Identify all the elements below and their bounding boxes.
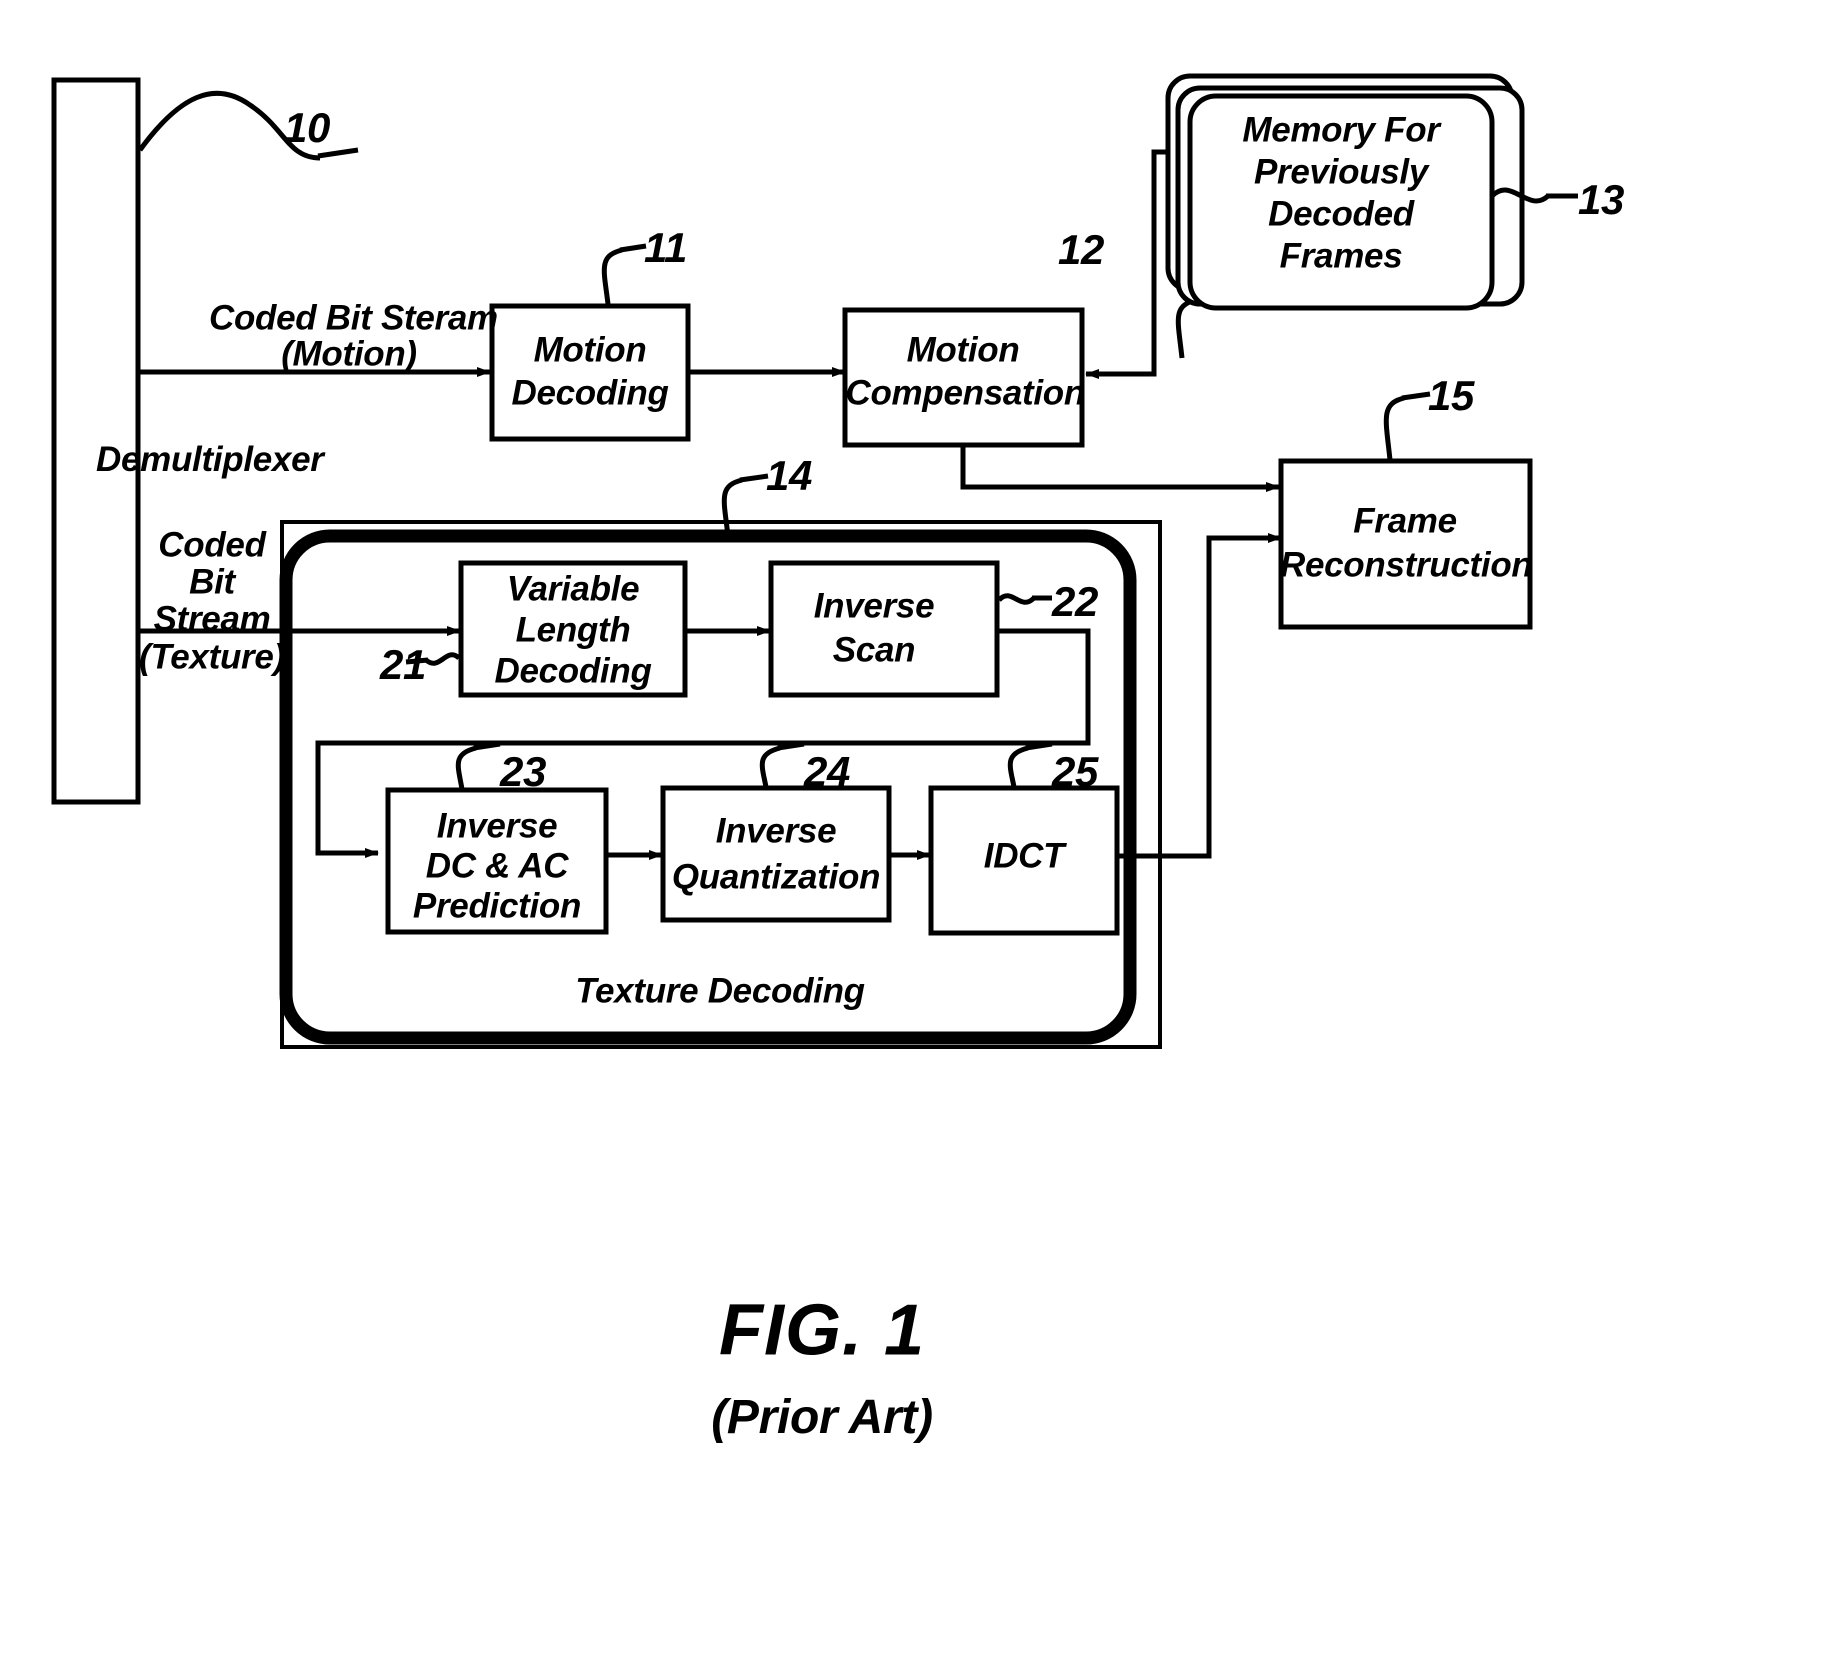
box-frame-reconstruction bbox=[1278, 458, 1533, 630]
memory-label-1: Memory For bbox=[1242, 110, 1440, 150]
coded-bit-stream-motion-line1: Coded Bit Steram bbox=[209, 298, 498, 338]
motion-decoding-label-2: Decoding bbox=[511, 373, 669, 413]
inverse-quantization-label-1: Inverse bbox=[715, 811, 837, 851]
coded-bit-stream-texture-line2: Bit bbox=[189, 562, 235, 602]
coded-bit-stream-motion-line2: (Motion) bbox=[281, 334, 417, 374]
ref-22: 22 bbox=[1052, 578, 1099, 625]
box-inverse-quantization bbox=[660, 785, 892, 923]
wire-motion-comp-to-frame-recon bbox=[960, 445, 1280, 492]
ref-25: 25 bbox=[1052, 748, 1099, 795]
leader-25 bbox=[1007, 745, 1029, 788]
leader-24 bbox=[759, 745, 781, 788]
box-inverse-scan bbox=[768, 560, 1000, 698]
ref-12: 12 bbox=[1058, 226, 1105, 273]
vld-label-3: Decoding bbox=[494, 651, 652, 691]
demultiplexer-label: Demultiplexer bbox=[96, 440, 324, 479]
ref-10: 10 bbox=[284, 104, 331, 151]
coded-bit-stream-texture-line4: (Texture) bbox=[139, 637, 285, 677]
figure-subcaption: (Prior Art) bbox=[711, 1391, 933, 1445]
leader-15 bbox=[1383, 395, 1405, 461]
figure-caption: FIG. 1 bbox=[718, 1290, 926, 1371]
inverse-scan-label-2: Scan bbox=[832, 630, 916, 670]
coded-bit-stream-texture-line3: Stream bbox=[153, 599, 271, 639]
ref-24: 24 bbox=[804, 748, 851, 795]
leader-23 bbox=[455, 745, 477, 790]
frame-reconstruction-label-1: Frame bbox=[1353, 501, 1457, 541]
wire-idct-to-frame-recon bbox=[1117, 533, 1282, 859]
vld-label-2: Length bbox=[515, 610, 631, 650]
ref-11: 11 bbox=[644, 224, 687, 271]
ref-14: 14 bbox=[766, 452, 813, 499]
frame-reconstruction-label-2: Reconstruction bbox=[1280, 545, 1533, 585]
ref-13: 13 bbox=[1578, 176, 1625, 223]
coded-bit-stream-texture-line1: Coded bbox=[158, 525, 266, 565]
idct-label: IDCT bbox=[983, 836, 1065, 876]
leader-14 bbox=[721, 477, 743, 537]
vld-label-1: Variable bbox=[506, 569, 640, 609]
motion-compensation-label-1: Motion bbox=[906, 330, 1020, 370]
leader-21 bbox=[424, 652, 461, 666]
memory-label-4: Frames bbox=[1279, 236, 1403, 276]
inverse-dc-ac-label-1: Inverse bbox=[436, 806, 558, 846]
texture-decoding-label: Texture Decoding bbox=[575, 971, 865, 1011]
leader-11 bbox=[601, 247, 623, 305]
motion-decoding-label-1: Motion bbox=[533, 330, 647, 370]
motion-compensation-label-2: Compensation bbox=[845, 373, 1086, 413]
inverse-scan-label-1: Inverse bbox=[813, 586, 935, 626]
memory-label-2: Previously bbox=[1253, 152, 1429, 192]
patent-figure-1: Demultiplexer 10 Coded Bit Steram (Motio… bbox=[0, 0, 1826, 1678]
ref-23: 23 bbox=[500, 748, 547, 795]
memory-label-3: Decoded bbox=[1268, 194, 1414, 234]
inverse-quantization-label-2: Quantization bbox=[671, 857, 881, 897]
ref-21: 21 bbox=[380, 641, 427, 688]
leader-22 bbox=[997, 593, 1036, 605]
leader-12 bbox=[1175, 297, 1197, 359]
inverse-dc-ac-label-3: Prediction bbox=[412, 886, 582, 926]
inverse-dc-ac-label-2: DC & AC bbox=[425, 846, 569, 886]
ref-15: 15 bbox=[1428, 372, 1475, 419]
